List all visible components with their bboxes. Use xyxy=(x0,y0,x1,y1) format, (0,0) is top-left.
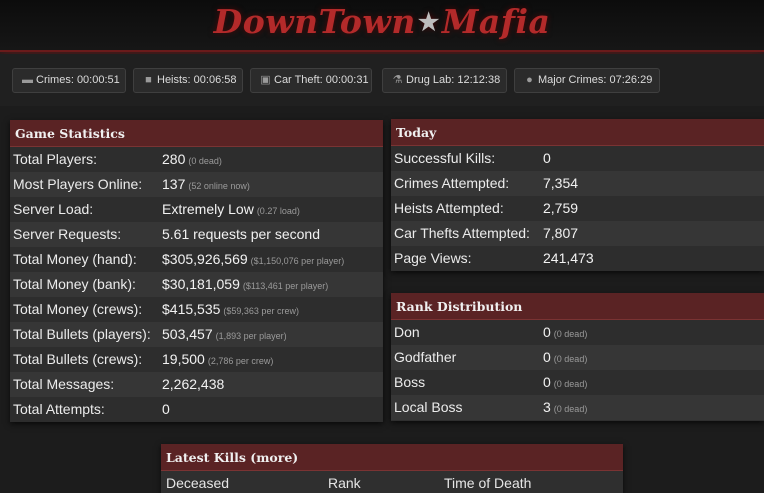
stat-value: 2,262,438 xyxy=(162,376,225,392)
rank-row: Godfather 0 (0 dead) xyxy=(391,345,764,370)
stat-value: 5.61 requests per second xyxy=(162,226,320,242)
stat-label: Total Players: xyxy=(13,151,98,167)
rank-value: 3 (0 dead) xyxy=(543,399,588,415)
stat-label: Total Attempts: xyxy=(13,401,105,417)
stat-label: Server Load: xyxy=(13,201,94,217)
stat-label: Total Bullets (crews): xyxy=(13,351,143,367)
timer-major-crimes[interactable]: ● Major Crimes: 07:26:29 xyxy=(514,68,660,93)
rank-value: 0 (0 dead) xyxy=(543,324,588,340)
stat-value: $305,926,569 ($1,150,076 per player) xyxy=(162,251,345,267)
stat-value: 137 (52 online now) xyxy=(162,176,250,192)
stat-label: Total Messages: xyxy=(13,376,115,392)
timer-drug-lab[interactable]: ⚗ Drug Lab: 12:12:38 xyxy=(382,68,507,93)
stat-row: Total Messages: 2,262,438 xyxy=(10,372,383,397)
column-time-of-death: Time of Death xyxy=(444,475,532,491)
logo-text-left: DownTown xyxy=(213,2,416,41)
stat-row: Server Load: Extremely Low (0.27 load) xyxy=(10,197,383,222)
rank-value: 0 (0 dead) xyxy=(543,349,588,365)
stat-row: Total Attempts: 0 xyxy=(10,397,383,422)
rank-label: Godfather xyxy=(394,349,457,365)
stat-value: 503,457 (1,893 per player) xyxy=(162,326,287,342)
latest-kills-panel: Latest Kills (more) Deceased Rank Time o… xyxy=(161,444,623,493)
group-icon: ● xyxy=(526,74,533,86)
rank-label: Don xyxy=(394,324,420,340)
today-row: Car Thefts Attempted: 7,807 xyxy=(391,221,764,246)
stat-row: Total Money (crews): $415,535 ($59,363 per… xyxy=(10,297,383,322)
latest-kills-title[interactable]: Latest Kills (more) xyxy=(161,444,623,471)
logo-text-right: Mafia xyxy=(441,2,551,41)
today-panel: Today Successful Kills: 0 Crimes Attempte… xyxy=(391,119,764,271)
stat-label: Total Money (crews): xyxy=(13,301,143,317)
today-label: Page Views: xyxy=(394,250,472,266)
timer-heists-label: Heists: 00:06:58 xyxy=(157,74,237,86)
today-title: Today xyxy=(391,119,764,146)
timer-crimes[interactable]: ▬ Crimes: 00:00:51 xyxy=(12,68,126,93)
game-statistics-panel: Game Statistics Total Players: 280 (0 dead… xyxy=(10,120,383,422)
game-statistics-title: Game Statistics xyxy=(10,120,383,147)
today-label: Car Thefts Attempted: xyxy=(394,225,530,241)
rank-value: 0 (0 dead) xyxy=(543,374,588,390)
stat-value: 280 (0 dead) xyxy=(162,151,222,167)
today-row: Page Views: 241,473 xyxy=(391,246,764,271)
today-label: Successful Kills: xyxy=(394,150,496,166)
stat-row: Total Bullets (players): 503,457 (1,893 pe… xyxy=(10,322,383,347)
timer-major-crimes-label: Major Crimes: 07:26:29 xyxy=(538,74,653,86)
rank-row: Boss 0 (0 dead) xyxy=(391,370,764,395)
timer-bar: ▬ Crimes: 00:00:51 ■ Heists: 00:06:58 ▣ Car… xyxy=(0,54,764,106)
column-rank: Rank xyxy=(328,475,361,491)
stat-label: Most Players Online: xyxy=(13,176,143,192)
stat-row: Total Money (hand): $305,926,569 ($1,150,0… xyxy=(10,247,383,272)
stat-value: 0 xyxy=(162,401,170,417)
stat-value: 19,500 (2,786 per crew) xyxy=(162,351,274,367)
gun-icon: ▬ xyxy=(22,74,33,86)
stat-row: Most Players Online: 137 (52 online now) xyxy=(10,172,383,197)
rank-label: Boss xyxy=(394,374,426,390)
rank-distribution-list: Don 0 (0 dead) Godfather 0 (0 dead) Boss 0 (0 … xyxy=(391,320,764,420)
today-value: 7,354 xyxy=(543,175,579,191)
rank-distribution-panel: Rank Distribution Don 0 (0 dead) Godfather… xyxy=(391,293,764,421)
rank-row: Local Boss 3 (0 dead) xyxy=(391,395,764,420)
latest-kills-header-row: Deceased Rank Time of Death xyxy=(161,471,623,493)
timer-crimes-label: Crimes: 00:00:51 xyxy=(36,74,120,86)
today-value: 7,807 xyxy=(543,225,579,241)
car-icon: ▣ xyxy=(260,74,271,86)
stat-label: Total Money (bank): xyxy=(13,276,136,292)
stat-value: $415,535 ($59,363 per crew) xyxy=(162,301,299,317)
stat-label: Server Requests: xyxy=(13,226,122,242)
stat-row: Total Bullets (crews): 19,500 (2,786 per c… xyxy=(10,347,383,372)
site-header: DownTown★Mafia xyxy=(0,0,764,52)
today-label: Heists Attempted: xyxy=(394,200,504,216)
timer-car-theft[interactable]: ▣ Car Theft: 00:00:31 xyxy=(250,68,372,93)
column-deceased: Deceased xyxy=(166,475,230,491)
stat-row: Server Requests: 5.61 requests per second xyxy=(10,222,383,247)
stat-row: Total Money (bank): $30,181,059 ($113,461 … xyxy=(10,272,383,297)
today-label: Crimes Attempted: xyxy=(394,175,510,191)
stat-label: Total Bullets (players): xyxy=(13,326,151,342)
timer-heists[interactable]: ■ Heists: 00:06:58 xyxy=(133,68,243,93)
today-value: 0 xyxy=(543,150,551,166)
stat-value: Extremely Low (0.27 load) xyxy=(162,201,300,217)
stat-value: $30,181,059 ($113,461 per player) xyxy=(162,276,329,292)
today-list: Successful Kills: 0 Crimes Attempted: 7,35… xyxy=(391,146,764,271)
stat-row: Total Players: 280 (0 dead) xyxy=(10,147,383,172)
rank-label: Local Boss xyxy=(394,399,463,415)
today-row: Heists Attempted: 2,759 xyxy=(391,196,764,221)
truck-icon: ■ xyxy=(145,74,152,86)
game-statistics-list: Total Players: 280 (0 dead) Most Players O… xyxy=(10,147,383,422)
today-row: Successful Kills: 0 xyxy=(391,146,764,171)
today-row: Crimes Attempted: 7,354 xyxy=(391,171,764,196)
timer-car-theft-label: Car Theft: 00:00:31 xyxy=(274,74,369,86)
flask-icon: ⚗ xyxy=(392,74,403,86)
site-logo[interactable]: DownTown★Mafia xyxy=(0,2,764,41)
rank-row: Don 0 (0 dead) xyxy=(391,320,764,345)
today-value: 2,759 xyxy=(543,200,579,216)
rank-distribution-title: Rank Distribution xyxy=(391,293,764,320)
timer-drug-lab-label: Drug Lab: 12:12:38 xyxy=(406,74,501,86)
stat-label: Total Money (hand): xyxy=(13,251,137,267)
today-value: 241,473 xyxy=(543,250,594,266)
star-icon: ★ xyxy=(417,7,440,36)
